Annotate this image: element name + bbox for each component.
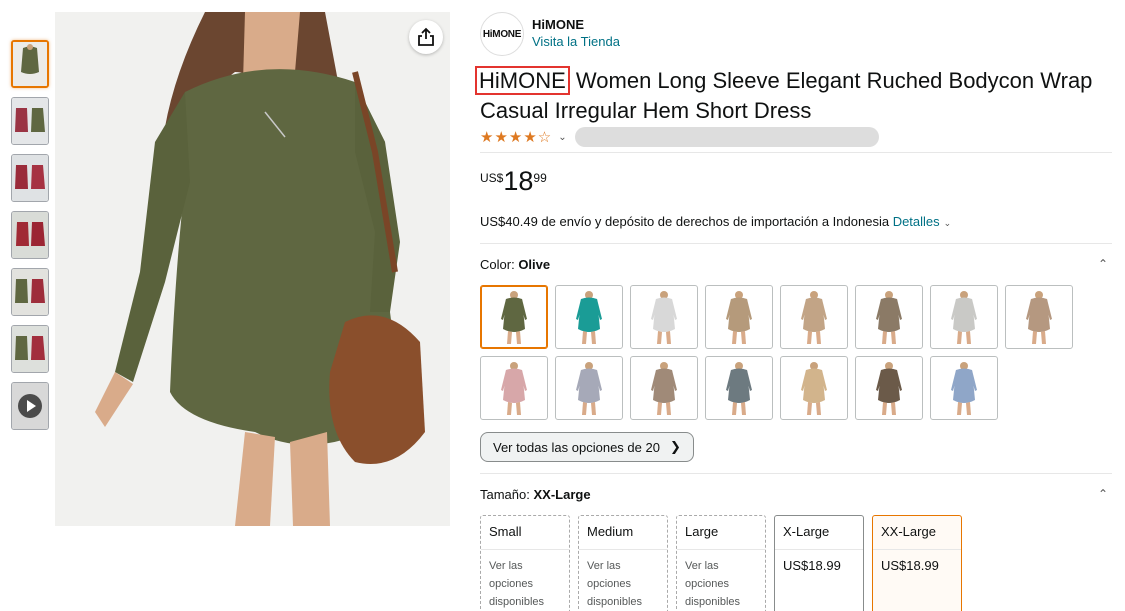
- thumbnail-1[interactable]: [11, 40, 49, 88]
- thumbnail-list: [11, 40, 51, 439]
- swatch-image: [576, 291, 602, 344]
- see-all-label: Ver todas las opciones de 20: [493, 439, 660, 455]
- size-availability: Ver las opciones disponibles: [587, 560, 643, 608]
- color-swatch-7[interactable]: [930, 285, 998, 349]
- swatch-image: [726, 291, 752, 344]
- color-selected-value: Olive: [518, 256, 551, 272]
- thumbnail-video[interactable]: [11, 382, 49, 430]
- color-swatch-10[interactable]: [555, 356, 623, 420]
- thumbnail-4[interactable]: [11, 211, 49, 259]
- size-option-small[interactable]: Small Ver las opciones disponibles: [480, 515, 570, 611]
- size-availability: Ver las opciones disponibles: [489, 560, 545, 608]
- see-all-colors-button[interactable]: Ver todas las opciones de 20 ❯: [480, 432, 694, 462]
- divider: [480, 473, 1112, 474]
- shipping-details-link[interactable]: Detalles: [893, 214, 940, 229]
- price-fraction: 99: [533, 171, 547, 185]
- swatch-image: [1026, 291, 1052, 344]
- chevron-down-icon[interactable]: ⌄: [558, 132, 566, 143]
- color-swatch-9[interactable]: [480, 356, 548, 420]
- thumbnail-6[interactable]: [11, 325, 49, 373]
- star-rating[interactable]: ★★★★☆: [480, 128, 552, 146]
- color-swatch-8[interactable]: [1005, 285, 1073, 349]
- thumbnail-3[interactable]: [11, 154, 49, 202]
- size-availability: Ver las opciones disponibles: [685, 560, 741, 608]
- size-name: X-Large: [775, 516, 863, 550]
- redacted-ratings-bar: [574, 127, 879, 147]
- swatch-image: [951, 362, 977, 415]
- brand-name: HiMONE: [532, 17, 584, 32]
- product-details: HiMONE HiMONE Visita la Tienda HiMONE Wo…: [475, 10, 1112, 611]
- size-price: US$18.99: [881, 558, 939, 573]
- color-swatch-1[interactable]: [480, 285, 548, 349]
- chevron-up-icon[interactable]: ⌃: [1098, 487, 1108, 501]
- size-price: US$18.99: [783, 558, 841, 573]
- swatch-image: [726, 362, 752, 415]
- swatch-image: [651, 362, 677, 415]
- shipping-text: US$40.49 de envío y depósito de derechos…: [480, 214, 890, 229]
- chevron-up-icon[interactable]: ⌃: [1098, 257, 1108, 271]
- title-text: Women Long Sleeve Elegant Ruched Bodycon…: [480, 68, 1093, 123]
- swatch-image: [801, 291, 827, 344]
- thumbnail-2[interactable]: [11, 97, 49, 145]
- color-label: Color:: [480, 256, 515, 272]
- divider: [480, 152, 1112, 153]
- color-swatch-grid: [480, 285, 1080, 420]
- color-header[interactable]: Color: Olive ⌃: [480, 255, 1112, 273]
- swatch-image: [651, 291, 677, 344]
- color-swatch-4[interactable]: [705, 285, 773, 349]
- brand-logo[interactable]: HiMONE: [480, 12, 524, 56]
- chevron-down-icon[interactable]: ⌄: [944, 218, 952, 228]
- size-selected-value: XX-Large: [533, 486, 591, 502]
- size-header[interactable]: Tamaño: XX-Large ⌃: [480, 485, 1112, 503]
- color-swatch-2[interactable]: [555, 285, 623, 349]
- color-swatch-3[interactable]: [630, 285, 698, 349]
- divider: [480, 243, 1112, 244]
- price: US$ 18 99: [480, 167, 1112, 197]
- swatch-image: [876, 362, 902, 415]
- color-swatch-6[interactable]: [855, 285, 923, 349]
- color-swatch-13[interactable]: [780, 356, 848, 420]
- size-name: Small: [481, 516, 569, 550]
- size-name: Large: [677, 516, 765, 550]
- size-option-xx-large[interactable]: XX-Large US$18.99: [872, 515, 962, 611]
- size-option-medium[interactable]: Medium Ver las opciones disponibles: [578, 515, 668, 611]
- size-name: XX-Large: [873, 516, 961, 550]
- brand-row: HiMONE HiMONE Visita la Tienda: [480, 10, 1112, 58]
- main-product-image[interactable]: [55, 12, 450, 526]
- color-swatch-11[interactable]: [630, 356, 698, 420]
- color-swatch-15[interactable]: [930, 356, 998, 420]
- swatch-image: [876, 291, 902, 344]
- product-title: HiMONE Women Long Sleeve Elegant Ruched …: [475, 66, 1112, 126]
- color-swatch-5[interactable]: [780, 285, 848, 349]
- swatch-image: [801, 362, 827, 415]
- play-icon: [12, 383, 48, 429]
- swatch-image: [501, 291, 527, 344]
- size-option-large[interactable]: Large Ver las opciones disponibles: [676, 515, 766, 611]
- color-swatch-12[interactable]: [705, 356, 773, 420]
- share-icon: [418, 27, 434, 46]
- size-options: Small Ver las opciones disponibles Mediu…: [480, 515, 1112, 611]
- swatch-image: [576, 362, 602, 415]
- visit-store-link[interactable]: Visita la Tienda: [532, 33, 620, 51]
- size-name: Medium: [579, 516, 667, 550]
- shipping-info: US$40.49 de envío y depósito de derechos…: [480, 213, 1112, 232]
- share-button[interactable]: [409, 20, 443, 54]
- swatch-image: [501, 362, 527, 415]
- color-swatch-14[interactable]: [855, 356, 923, 420]
- thumbnail-5[interactable]: [11, 268, 49, 316]
- chevron-right-icon: ❯: [669, 439, 681, 454]
- swatch-image: [951, 291, 977, 344]
- price-currency: US$: [480, 171, 504, 185]
- size-option-x-large[interactable]: X-Large US$18.99: [774, 515, 864, 611]
- title-brand-highlight: HiMONE: [475, 66, 570, 95]
- price-whole: 18: [503, 166, 534, 196]
- size-label: Tamaño:: [480, 486, 530, 502]
- rating-row: ★★★★☆ ⌄: [480, 126, 1112, 148]
